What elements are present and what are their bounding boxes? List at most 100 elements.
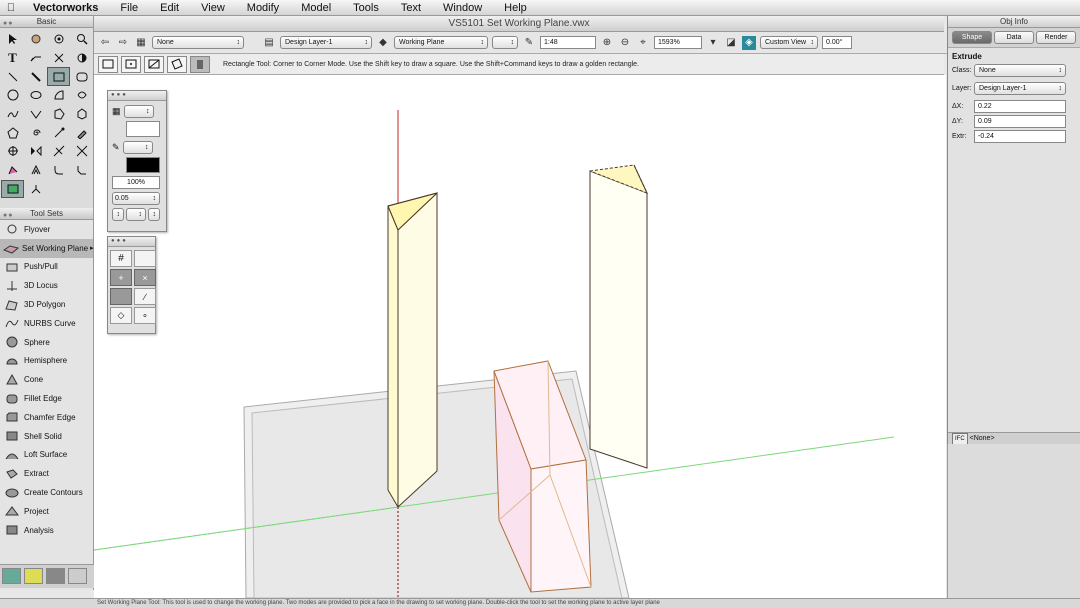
line-weight-dropdown[interactable]: 0.05 xyxy=(112,192,160,205)
menu-edit[interactable]: Edit xyxy=(149,2,190,14)
mirror-tool-icon[interactable] xyxy=(24,142,47,161)
freehand-tool-icon[interactable] xyxy=(1,105,24,124)
pen-style-dropdown[interactable] xyxy=(122,140,153,154)
tool-nurbs-curve[interactable]: NURBS Curve xyxy=(0,314,93,333)
detailing-set-icon[interactable] xyxy=(68,568,87,584)
smart-points-icon[interactable] xyxy=(110,288,132,305)
dy-field[interactable]: 0.09 xyxy=(974,115,1066,128)
tool-fillet-edge[interactable]: Fillet Edge xyxy=(0,389,93,408)
fill-style-dropdown[interactable] xyxy=(123,104,154,118)
tool-preferences-icon[interactable] xyxy=(190,55,210,73)
layer-dropdown[interactable]: Design Layer-1 xyxy=(974,82,1066,95)
menu-text[interactable]: Text xyxy=(390,2,432,14)
trim-tool-icon[interactable] xyxy=(47,142,70,161)
menu-model[interactable]: Model xyxy=(290,2,342,14)
arrowhead-start-dropdown[interactable] xyxy=(112,208,124,221)
flyover-tool-icon[interactable] xyxy=(47,30,70,49)
quarter-arc-tool-icon[interactable] xyxy=(70,86,93,105)
arc-tool-icon[interactable] xyxy=(47,86,70,105)
tab-shape[interactable]: Shape xyxy=(952,31,992,44)
zoom-out-icon[interactable]: ⊖ xyxy=(618,36,632,50)
tool-3d-polygon[interactable]: 3D Polygon xyxy=(0,295,93,314)
working-plane-dropdown[interactable]: Working Plane xyxy=(394,36,488,49)
tool-flyover[interactable]: Flyover xyxy=(0,220,93,239)
layer-options-icon[interactable]: ▤ xyxy=(262,36,276,50)
menu-help[interactable]: Help xyxy=(493,2,538,14)
back-arrow-icon[interactable]: ⇦ xyxy=(98,36,112,50)
circle-tool-icon[interactable] xyxy=(1,86,24,105)
double-line-polygon-tool-icon[interactable] xyxy=(70,105,93,124)
tool-project[interactable]: Project xyxy=(0,502,93,521)
clip-tool-icon[interactable] xyxy=(24,180,47,199)
reshape-tool-icon[interactable] xyxy=(47,123,70,142)
rect-rotated-mode-icon[interactable] xyxy=(167,55,187,73)
zoom-fit-icon[interactable]: ⌖ xyxy=(636,36,650,50)
menu-window[interactable]: Window xyxy=(432,2,493,14)
zoom-dropdown-icon[interactable]: ▾ xyxy=(706,36,720,50)
smart-edge-icon[interactable]: ∕ xyxy=(134,288,156,305)
arrowhead-style-dropdown[interactable] xyxy=(126,208,146,221)
tab-render[interactable]: Render xyxy=(1036,31,1076,44)
visualization-set-icon[interactable] xyxy=(24,568,43,584)
extrude-field[interactable]: -0.24 xyxy=(974,130,1066,143)
class-dropdown[interactable]: None xyxy=(974,64,1066,77)
tool-shell-solid[interactable]: Shell Solid xyxy=(0,427,93,446)
visibility-tool-icon[interactable] xyxy=(70,49,93,68)
arrowhead-end-dropdown[interactable] xyxy=(148,208,160,221)
flip-icon[interactable]: ◪ xyxy=(724,36,738,50)
rect-corner-mode-icon[interactable] xyxy=(98,55,118,73)
fill-color-swatch[interactable] xyxy=(126,121,160,137)
polyline-tool-icon[interactable] xyxy=(24,105,47,124)
view-dropdown[interactable]: Custom View xyxy=(760,36,818,49)
tool-hemisphere[interactable]: Hemisphere xyxy=(0,352,93,371)
view-cube-icon[interactable]: ◈ xyxy=(742,35,756,50)
pen-color-swatch[interactable] xyxy=(126,157,160,173)
rounded-rectangle-tool-icon[interactable] xyxy=(70,67,93,86)
offset-tool-icon[interactable] xyxy=(24,161,47,180)
zoom-in-icon[interactable]: ⊕ xyxy=(600,36,614,50)
drawing-canvas[interactable] xyxy=(94,75,946,598)
palette-close-icon[interactable]: ●● xyxy=(3,210,13,222)
menu-view[interactable]: View xyxy=(190,2,236,14)
zoom-tool-icon[interactable] xyxy=(70,30,93,49)
polygon-tool-icon[interactable] xyxy=(47,105,70,124)
apple-menu-icon[interactable]:  xyxy=(0,2,22,14)
tool-cone[interactable]: Cone xyxy=(0,370,93,389)
3d-modeling-set-icon[interactable] xyxy=(2,568,21,584)
standard-views-dropdown[interactable] xyxy=(492,36,518,49)
rotation-angle-field[interactable]: 0.00° xyxy=(822,36,852,49)
tool-analysis[interactable]: Analysis xyxy=(0,521,93,540)
fillet-tool-icon[interactable] xyxy=(47,161,70,180)
toolset-menu-button[interactable] xyxy=(0,598,94,608)
scale-icon[interactable]: ✎ xyxy=(522,36,536,50)
tool-loft-surface[interactable]: Loft Surface xyxy=(0,446,93,465)
chamfer-tool-icon[interactable] xyxy=(70,161,93,180)
snap-to-tangent-icon[interactable]: ◇ xyxy=(110,307,132,324)
eyedropper-tool-icon[interactable] xyxy=(70,123,93,142)
rect-center-mode-icon[interactable] xyxy=(121,55,141,73)
split-tool-icon[interactable] xyxy=(70,142,93,161)
active-layer-dropdown[interactable]: Design Layer-1 xyxy=(280,36,372,49)
selection-tool-icon[interactable] xyxy=(1,30,24,49)
regular-polygon-tool-icon[interactable] xyxy=(1,123,24,142)
tool-set-working-plane[interactable]: Set Working Plane ▸ xyxy=(0,238,94,258)
tool-create-contours[interactable]: Create Contours xyxy=(0,483,93,502)
opacity-field[interactable]: 100% xyxy=(112,176,160,189)
building-shell-set-icon[interactable] xyxy=(46,568,65,584)
active-class-dropdown[interactable]: None xyxy=(152,36,244,49)
tool-3d-locus[interactable]: 3D Locus xyxy=(0,276,93,295)
tool-chamfer-edge[interactable]: Chamfer Edge xyxy=(0,408,93,427)
drawing-area[interactable]: ●●● ▦ ✎ 100% 0.05 ●●● xyxy=(94,75,946,598)
connect-combine-tool-icon[interactable] xyxy=(1,179,24,199)
snap-to-intersection-icon[interactable]: + xyxy=(110,269,132,286)
tool-push-pull[interactable]: Push/Pull xyxy=(0,258,93,277)
snap-to-distance-icon[interactable]: ∘ xyxy=(134,307,156,324)
scale-field[interactable]: 1:48 xyxy=(540,36,596,49)
tool-sphere[interactable]: Sphere xyxy=(0,333,93,352)
menu-vectorworks[interactable]: Vectorworks xyxy=(22,2,109,14)
menu-tools[interactable]: Tools xyxy=(342,2,390,14)
dimension-tool-icon[interactable] xyxy=(24,67,47,86)
move-by-points-tool-icon[interactable] xyxy=(1,161,24,180)
palette-close-icon[interactable]: ●● xyxy=(3,18,13,30)
line-tool-icon[interactable] xyxy=(1,67,24,86)
